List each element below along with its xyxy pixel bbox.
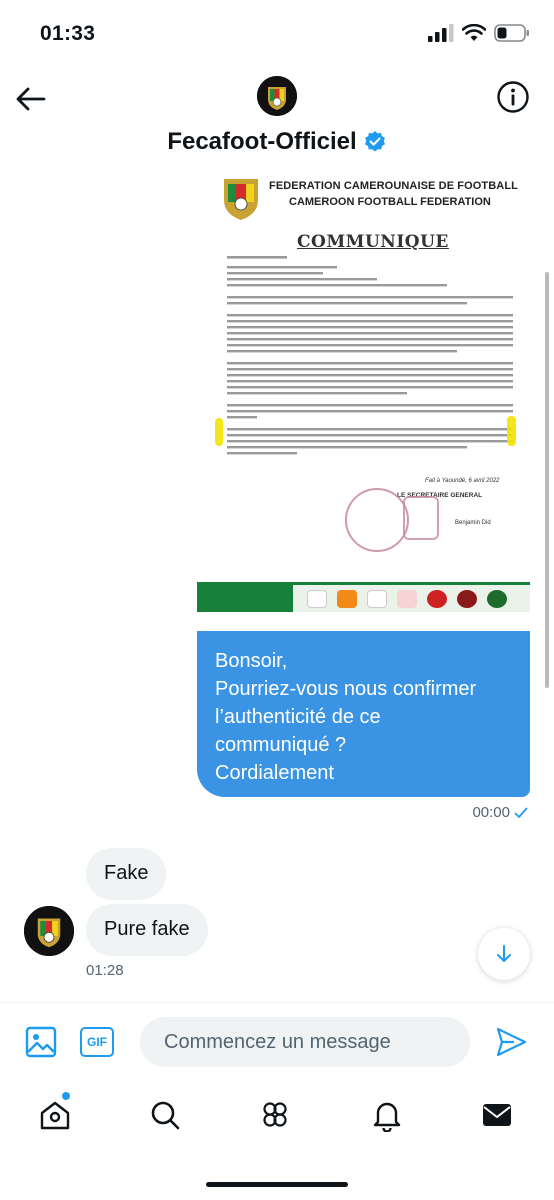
sender-avatar[interactable]	[24, 906, 74, 956]
doc-footer-contact	[197, 585, 293, 612]
sponsor-logo-4	[397, 590, 417, 608]
sponsor-logo-7	[487, 590, 507, 608]
arrow-down-icon	[497, 945, 511, 962]
header-avatar[interactable]	[257, 76, 297, 116]
sent-message-line: Pourriez-vous nous confirmer	[215, 678, 477, 700]
received-message-bubble[interactable]: Fake	[86, 848, 167, 900]
home-notification-dot	[62, 1092, 70, 1100]
doc-title: COMMUNIQUE	[297, 232, 449, 252]
sent-message-line: communiqué ?	[215, 734, 347, 756]
highlight-mark-left	[215, 418, 223, 446]
home-icon	[40, 1101, 70, 1130]
doc-signature-date: Fait à Yaoundé, 6 avril 2022	[425, 478, 500, 484]
sent-message-line: l’authenticité de ce	[215, 706, 381, 728]
status-icons	[428, 24, 530, 42]
sponsor-logo-6	[457, 590, 477, 608]
sent-message-time: 00:00	[472, 804, 510, 821]
verified-badge-icon	[364, 131, 385, 152]
search-icon	[151, 1101, 180, 1130]
communities-icon	[263, 1102, 287, 1127]
mail-icon	[483, 1104, 511, 1126]
cameroon-crest-icon	[224, 179, 258, 220]
official-stamp	[345, 488, 409, 552]
send-icon	[496, 1027, 527, 1057]
bell-icon	[373, 1102, 401, 1133]
official-stamp-secondary	[403, 496, 439, 540]
back-button[interactable]	[14, 82, 48, 116]
status-time: 01:33	[40, 22, 96, 45]
cellular-signal-icon	[428, 24, 454, 42]
message-composer: GIF	[0, 1002, 554, 1080]
arrow-left-icon	[16, 87, 46, 111]
doc-header-line2: CAMEROON FOOTBALL FEDERATION	[289, 196, 491, 208]
scroll-to-bottom-button[interactable]	[478, 928, 530, 980]
doc-body-text-blur	[227, 256, 513, 455]
sent-message-meta: 00:00	[472, 804, 528, 821]
image-icon	[25, 1026, 57, 1058]
sent-message-line: Bonsoir,	[215, 650, 288, 672]
checkmark-icon	[514, 807, 528, 818]
battery-icon	[494, 24, 529, 42]
sent-message-bubble[interactable]: Bonsoir, Pourriez-vous nous confirmer l’…	[197, 631, 530, 797]
image-attachment[interactable]: FEDERATION CAMEROUNAISE DE FOOTBALL CAME…	[197, 170, 530, 616]
tab-messages[interactable]	[480, 1098, 514, 1132]
received-message-text: Fake	[104, 862, 149, 884]
fecafoot-logo-icon	[257, 76, 297, 116]
sponsor-logo-2	[337, 590, 357, 608]
sponsor-logo-1	[307, 590, 327, 608]
sponsor-logo-5	[427, 590, 447, 608]
home-indicator[interactable]	[206, 1182, 348, 1187]
title-row: Fecafoot-Officiel	[0, 128, 554, 156]
tab-search[interactable]	[148, 1098, 182, 1132]
received-message-text: Pure fake	[104, 918, 190, 940]
highlight-mark-right	[507, 416, 516, 446]
doc-header-line1: FEDERATION CAMEROUNAISE DE FOOTBALL	[269, 180, 518, 192]
received-message-time: 01:28	[86, 962, 124, 979]
status-bar: 01:33	[0, 0, 554, 66]
message-input[interactable]	[140, 1017, 470, 1067]
communique-document: FEDERATION CAMEROUNAISE DE FOOTBALL CAME…	[197, 170, 530, 616]
tab-communities[interactable]	[258, 1098, 292, 1132]
tab-home[interactable]	[38, 1098, 72, 1132]
info-button[interactable]	[496, 80, 530, 114]
tab-notifications[interactable]	[370, 1098, 404, 1133]
sent-message-line: Cordialement	[215, 762, 334, 784]
info-icon	[497, 81, 529, 113]
add-gif-button[interactable]: GIF	[80, 1027, 114, 1057]
add-image-button[interactable]	[24, 1025, 58, 1059]
scrollbar[interactable]	[545, 272, 549, 688]
doc-footer-sponsors	[197, 582, 530, 612]
fecafoot-logo-icon	[24, 906, 74, 956]
send-button[interactable]	[494, 1025, 528, 1059]
received-message-bubble[interactable]: Pure fake	[86, 904, 208, 956]
sponsor-logo-3	[367, 590, 387, 608]
conversation-title: Fecafoot-Officiel	[167, 128, 357, 155]
conversation-header: Fecafoot-Officiel	[0, 66, 554, 166]
wifi-icon	[462, 24, 486, 41]
doc-signature-name: Benjamin Did	[455, 520, 491, 526]
